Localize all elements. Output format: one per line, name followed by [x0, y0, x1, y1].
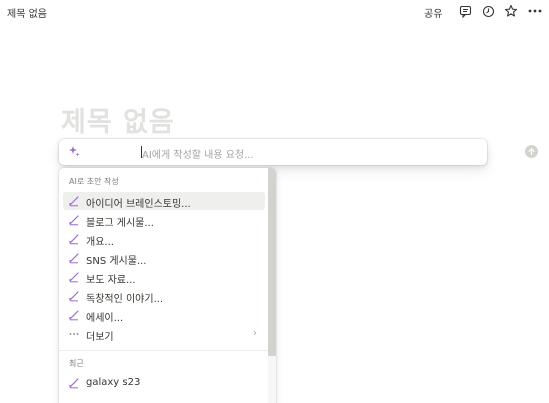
menu-item-label: 독창적인 이야기... — [86, 294, 164, 305]
ellipsis-icon — [69, 333, 79, 335]
menu-item-recent[interactable]: galaxy s23 — [63, 374, 265, 392]
menu-item-brainstorm[interactable]: 아이디어 브레인스토밍... — [63, 192, 265, 210]
menu-item-outline[interactable]: 개요... — [63, 230, 265, 248]
share-button[interactable]: 공유 — [424, 5, 442, 20]
ai-sparkle-icon — [69, 146, 80, 157]
section-label-recent: 최근 — [69, 359, 84, 368]
pen-icon — [69, 234, 79, 245]
menu-item-blog-post[interactable]: 블로그 게시물... — [63, 211, 265, 229]
menu-item-essay[interactable]: 에세이... — [63, 306, 265, 324]
pen-icon — [69, 310, 79, 321]
submit-button[interactable] — [525, 145, 538, 158]
pen-icon — [69, 272, 79, 283]
menu-item-label: 개요... — [86, 237, 114, 248]
more-icon[interactable] — [527, 3, 543, 19]
top-bar: 제목 없음 공유 — [0, 0, 549, 24]
pen-icon — [69, 378, 79, 389]
page-title[interactable]: 제목 없음 — [61, 100, 175, 139]
menu-item-label: galaxy s23 — [86, 377, 141, 388]
star-icon[interactable] — [503, 3, 519, 19]
breadcrumb-page-name[interactable]: 제목 없음 — [7, 5, 47, 20]
menu-item-label: 블로그 게시물... — [86, 218, 154, 229]
pen-icon — [69, 196, 79, 207]
pen-icon — [69, 253, 79, 264]
menu-item-label: 보도 자료... — [86, 275, 136, 286]
ai-prompt-placeholder: AI에게 작성할 내용 요청... — [142, 150, 254, 161]
comment-icon[interactable] — [457, 3, 473, 19]
menu-item-label: 더보기 — [86, 332, 114, 343]
menu-item-label: SNS 게시물... — [86, 256, 147, 267]
menu-item-sns-post[interactable]: SNS 게시물... — [63, 249, 265, 267]
pen-icon — [69, 291, 79, 302]
menu-item-press-release[interactable]: 보도 자료... — [63, 268, 265, 286]
ai-prompt-input[interactable]: AI에게 작성할 내용 요청... — [59, 139, 538, 165]
clock-icon[interactable] — [480, 3, 496, 19]
scrollbar-thumb[interactable] — [268, 168, 276, 356]
arrow-up-icon — [528, 148, 535, 155]
menu-item-creative-story[interactable]: 독창적인 이야기... — [63, 287, 265, 305]
menu-divider — [59, 350, 269, 351]
chevron-right-icon: › — [253, 328, 257, 339]
menu-item-label: 아이디어 브레인스토밍... — [86, 199, 191, 210]
menu-item-label: 에세이... — [86, 313, 124, 324]
menu-item-more[interactable]: 더보기 › — [63, 325, 265, 343]
section-label-draft: AI로 초안 작성 — [69, 177, 119, 186]
ai-suggestion-menu: AI로 초안 작성 아이디어 브레인스토밍... 블로그 게시물... 개요..… — [59, 168, 276, 403]
pen-icon — [69, 215, 79, 226]
